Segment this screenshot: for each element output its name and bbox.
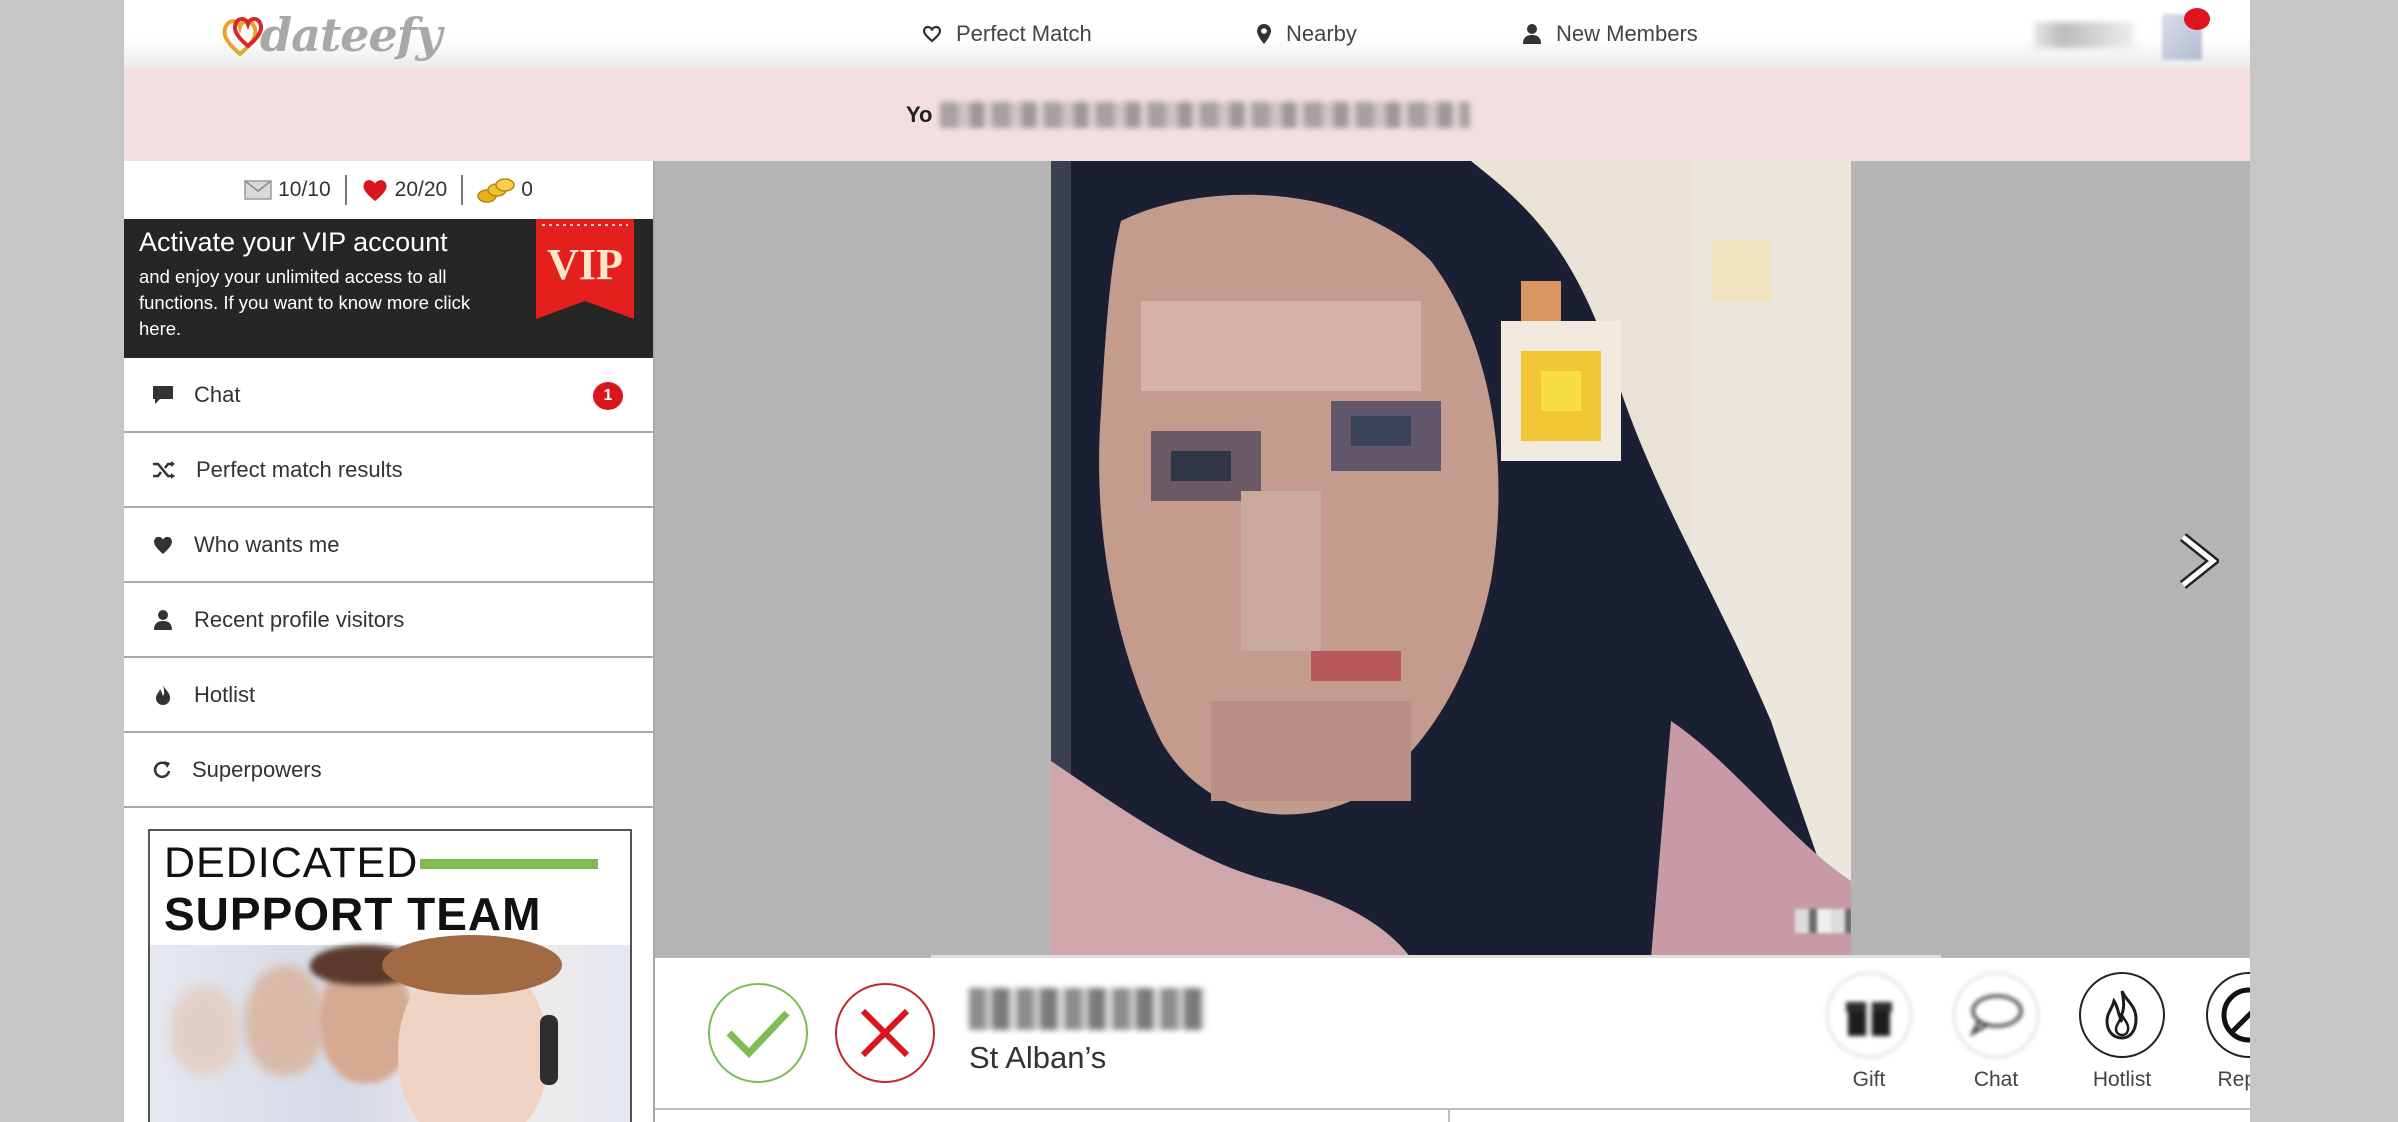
report-label: Report — [2217, 1068, 2250, 1091]
profile-photo-pixelated — [1051, 161, 1851, 958]
vip-badge-icon: VIP — [536, 219, 634, 319]
chat-label: Chat — [1973, 1068, 2019, 1091]
sidebar-item-label: Chat — [194, 381, 241, 407]
nav-perfect-match[interactable]: Perfect Match — [922, 18, 1092, 50]
support-title-line1: DEDICATED — [164, 839, 419, 887]
coins-icon — [477, 178, 515, 203]
profile-city: St Alban’s — [969, 1040, 1107, 1075]
report-action[interactable]: Report — [2204, 972, 2250, 1092]
sidebar-item-label: Perfect match results — [196, 456, 403, 482]
vip-title: Activate your VIP account — [139, 227, 448, 257]
heart-icon — [363, 180, 387, 201]
sidebar-item-chat[interactable]: Chat 1 — [124, 358, 653, 433]
next-photo-chevron-icon[interactable] — [2177, 533, 2219, 589]
sidebar-item-recent-visitors[interactable]: Recent profile visitors — [124, 583, 653, 658]
likes-stat[interactable]: 20/20 — [347, 178, 462, 202]
team-face — [170, 985, 240, 1075]
gift-icon — [1846, 1002, 1892, 1036]
user-menu[interactable] — [2034, 8, 2234, 62]
headset-icon — [540, 1015, 558, 1085]
support-team-ad[interactable]: DEDICATED SUPPORT TEAM — [148, 829, 632, 1122]
profile-name-redacted — [969, 988, 1205, 1030]
envelope-icon — [244, 180, 272, 200]
chat-bubble-icon — [1969, 994, 2023, 1037]
person-icon — [1523, 24, 1541, 44]
messages-stat[interactable]: 10/10 — [230, 178, 345, 202]
notification-badge[interactable] — [2184, 8, 2210, 30]
profile-photo-area — [655, 161, 2250, 959]
hotlist-action[interactable]: Hotlist — [2077, 972, 2167, 1092]
section-divider — [1448, 1110, 1450, 1122]
coins-count: 0 — [521, 178, 533, 201]
sidebar-item-label: Recent profile visitors — [194, 606, 405, 632]
user-name-redacted — [2034, 22, 2134, 48]
sidebar-item-label: Superpowers — [192, 756, 322, 782]
close-icon — [860, 1008, 910, 1058]
heart-outline-icon — [922, 25, 942, 43]
like-button[interactable] — [708, 983, 808, 1083]
nav-nearby-label: Nearby — [1286, 21, 1357, 46]
nav-perfect-match-label: Perfect Match — [956, 21, 1092, 46]
banner-text: Yo — [906, 102, 933, 127]
sidebar: 10/10 20/20 0 Activate your VIP account … — [124, 161, 655, 1122]
gift-action[interactable]: Gift — [1824, 972, 1914, 1092]
support-title-line2: SUPPORT TEAM — [164, 888, 542, 940]
shuffle-icon — [153, 460, 175, 479]
chat-unread-badge: 1 — [593, 382, 623, 410]
coins-stat[interactable]: 0 — [463, 176, 547, 204]
gift-label: Gift — [1852, 1068, 1886, 1091]
vip-promo[interactable]: Activate your VIP account and enjoy your… — [124, 219, 653, 358]
account-stats: 10/10 20/20 0 — [124, 161, 653, 219]
hotlist-label: Hotlist — [2092, 1068, 2152, 1091]
sidebar-item-label: Hotlist — [194, 681, 256, 707]
logo[interactable]: dateefy — [220, 6, 442, 64]
person-icon — [154, 609, 172, 630]
nav-nearby[interactable]: Nearby — [1256, 18, 1357, 50]
profile-action-bar: St Alban’s Gift Chat Hotlist Re — [655, 958, 2250, 1110]
sidebar-item-superpowers[interactable]: Superpowers — [124, 733, 653, 808]
header: dateefy Perfect Match Nearby New Members — [124, 0, 2250, 68]
heart-icon — [154, 536, 172, 554]
flame-icon — [156, 684, 170, 705]
likes-count: 20/20 — [394, 178, 448, 201]
dislike-button[interactable] — [835, 983, 935, 1083]
messages-count: 10/10 — [278, 178, 331, 201]
vip-badge-text: VIP — [547, 240, 623, 289]
chat-action[interactable]: Chat — [1951, 972, 2041, 1092]
support-team-photo — [150, 935, 630, 1122]
vip-description: and enjoy your unlimited access to all f… — [139, 266, 471, 339]
nav-new-members[interactable]: New Members — [1522, 18, 1698, 50]
team-hair — [382, 935, 562, 995]
chat-button[interactable] — [1953, 972, 2039, 1058]
checkmark-icon — [726, 1010, 790, 1059]
sidebar-item-perfect-match-results[interactable]: Perfect match results — [124, 433, 653, 508]
flame-icon — [2105, 990, 2138, 1040]
sidebar-item-label: Who wants me — [194, 531, 340, 557]
refresh-icon — [153, 760, 171, 778]
location-pin-icon — [1257, 24, 1271, 44]
banner-text-redacted — [940, 102, 1470, 128]
page: dateefy Perfect Match Nearby New Members — [124, 0, 2250, 1122]
sidebar-item-who-wants-me[interactable]: Who wants me — [124, 508, 653, 583]
sidebar-item-hotlist[interactable]: Hotlist — [124, 658, 653, 733]
report-button[interactable] — [2206, 972, 2250, 1058]
support-accent-bar — [420, 859, 598, 869]
team-face — [245, 965, 325, 1075]
gift-button[interactable] — [1826, 972, 1912, 1058]
hotlist-button[interactable] — [2079, 972, 2165, 1058]
logo-text: dateefy — [260, 8, 442, 62]
nav-new-members-label: New Members — [1556, 21, 1698, 46]
chat-bubble-icon — [153, 385, 173, 404]
profile-photo[interactable] — [1051, 161, 1851, 958]
notice-banner: Yo — [124, 68, 2250, 161]
block-icon — [2221, 987, 2250, 1043]
photo-counter-redacted — [1795, 909, 1851, 933]
